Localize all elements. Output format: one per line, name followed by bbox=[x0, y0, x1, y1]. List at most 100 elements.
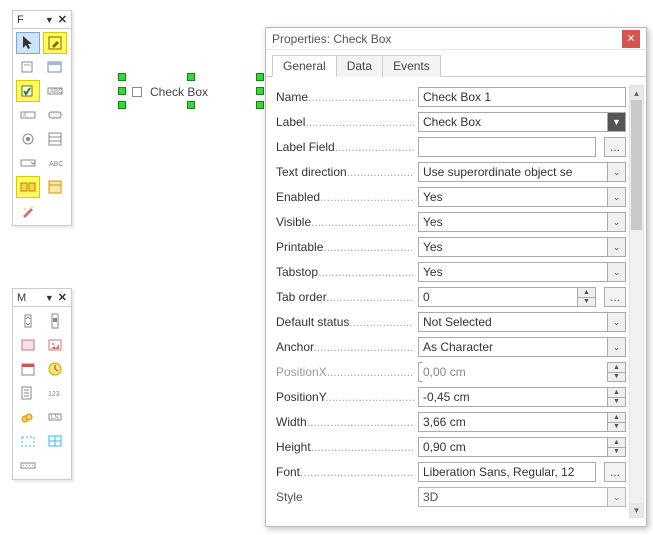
resize-handle-w[interactable] bbox=[118, 87, 126, 95]
chevron-down-icon[interactable]: ⌄ bbox=[607, 338, 625, 356]
spin-down-icon[interactable]: ▼ bbox=[578, 298, 595, 307]
spin-up-icon[interactable]: ▲ bbox=[608, 438, 625, 448]
pattern-field-tool[interactable]: LN bbox=[43, 406, 67, 428]
combo-visible[interactable]: Yes⌄ bbox=[418, 212, 626, 232]
chevron-down-icon[interactable]: ⌄ bbox=[607, 213, 625, 231]
form-tool[interactable] bbox=[16, 56, 40, 78]
combo-anchor[interactable]: As Character ⌄ bbox=[418, 337, 626, 357]
svg-text:#.: #. bbox=[23, 113, 28, 119]
spin-width[interactable]: 3,66 cm ▲▼ bbox=[418, 412, 626, 432]
dialog-tool[interactable] bbox=[43, 56, 67, 78]
file-selection-tool[interactable] bbox=[16, 382, 40, 404]
scroll-thumb[interactable] bbox=[631, 100, 642, 230]
chevron-down-icon[interactable]: ⌄ bbox=[607, 313, 625, 331]
combo-default-value: Not Selected bbox=[423, 315, 492, 329]
canvas-checkbox-control[interactable]: Check Box bbox=[122, 77, 260, 105]
control-properties-tool[interactable] bbox=[16, 176, 40, 198]
spin-up-icon: ▲ bbox=[608, 363, 625, 373]
table-control-tool[interactable] bbox=[43, 430, 67, 452]
numeric-field-tool[interactable]: 123 bbox=[43, 382, 67, 404]
combo-textdir[interactable]: Use superordinate object se⌄ bbox=[418, 162, 626, 182]
push-button-tool[interactable] bbox=[43, 104, 67, 126]
textbox-tool[interactable]: ABC bbox=[43, 80, 67, 102]
spin-height[interactable]: 0,90 cm▲▼ bbox=[418, 437, 626, 457]
combo-box-tool[interactable] bbox=[16, 152, 40, 174]
resize-handle-n[interactable] bbox=[187, 73, 195, 81]
svg-text:LN: LN bbox=[51, 415, 59, 421]
dialog-scrollbar[interactable]: ▲ ▼ bbox=[629, 85, 644, 518]
currency-field-tool[interactable] bbox=[16, 406, 40, 428]
scroll-track[interactable] bbox=[630, 100, 643, 503]
label-tool[interactable]: ABC bbox=[43, 152, 67, 174]
tab-data[interactable]: Data bbox=[337, 55, 383, 77]
resize-handle-ne[interactable] bbox=[256, 73, 264, 81]
toolbox-menu-icon[interactable]: ▼ bbox=[45, 15, 54, 25]
combo-style[interactable]: 3D⌄ bbox=[418, 487, 626, 507]
input-labelfield[interactable] bbox=[418, 137, 596, 157]
chevron-down-icon[interactable]: ⌄ bbox=[607, 488, 625, 506]
spin-down-icon[interactable]: ▼ bbox=[608, 423, 625, 432]
image-control-tool[interactable] bbox=[43, 334, 67, 356]
time-field-tool[interactable] bbox=[43, 358, 67, 380]
combo-printable[interactable]: Yes ⌄ bbox=[418, 237, 626, 257]
resize-handle-se[interactable] bbox=[256, 101, 264, 109]
dialog-close-button[interactable]: ✕ bbox=[622, 30, 640, 48]
combo-tabstop-value: Yes bbox=[423, 265, 443, 279]
select-tool[interactable] bbox=[16, 32, 40, 54]
list-box-tool[interactable] bbox=[43, 128, 67, 150]
formatted-field-tool[interactable]: #. bbox=[16, 104, 40, 126]
combo-tabstop[interactable]: Yes ⌄ bbox=[418, 262, 626, 282]
scrollbar-tool[interactable] bbox=[43, 310, 67, 332]
navigation-bar-tool[interactable] bbox=[16, 454, 40, 476]
image-button-tool[interactable] bbox=[16, 334, 40, 356]
canvas-checkbox-label: Check Box bbox=[150, 85, 208, 99]
toolbox-close-icon[interactable]: ✕ bbox=[58, 13, 67, 26]
resize-handle-s[interactable] bbox=[187, 101, 195, 109]
spin-posy[interactable]: -0,45 cm▲▼ bbox=[418, 387, 626, 407]
form-properties-tool[interactable] bbox=[43, 176, 67, 198]
input-font[interactable]: Liberation Sans, Regular, 12 bbox=[418, 462, 596, 482]
spin-down-icon[interactable]: ▼ bbox=[608, 398, 625, 407]
scroll-down-icon[interactable]: ▼ bbox=[630, 503, 643, 517]
spin-up-icon[interactable]: ▲ bbox=[608, 413, 625, 423]
input-name[interactable]: Check Box 1 bbox=[418, 87, 626, 107]
chevron-down-icon[interactable]: ⌄ bbox=[607, 188, 625, 206]
group-box-tool[interactable] bbox=[16, 430, 40, 452]
resize-handle-nw[interactable] bbox=[118, 73, 126, 81]
spin-down-icon[interactable]: ▼ bbox=[608, 448, 625, 457]
combo-anchor-value: As Character bbox=[423, 340, 493, 354]
chevron-down-icon[interactable]: ⌄ bbox=[607, 163, 625, 181]
spin-taborder[interactable]: 0▲▼ bbox=[418, 287, 596, 307]
chevron-down-icon[interactable]: ⌄ bbox=[607, 238, 625, 256]
resize-handle-sw[interactable] bbox=[118, 101, 126, 109]
dialog-title: Properties: Check Box bbox=[272, 32, 622, 46]
label-textdir: Text direction bbox=[276, 165, 414, 179]
tab-general[interactable]: General bbox=[272, 55, 337, 77]
combo-label[interactable]: Check Box ▼ bbox=[418, 112, 626, 132]
scroll-up-icon[interactable]: ▲ bbox=[630, 86, 643, 100]
tab-events[interactable]: Events bbox=[383, 55, 441, 77]
option-button-tool[interactable] bbox=[16, 128, 40, 150]
design-mode-tool[interactable] bbox=[43, 32, 67, 54]
toolbox2-close-icon[interactable]: ✕ bbox=[58, 291, 67, 304]
spin-up-icon[interactable]: ▲ bbox=[578, 288, 595, 298]
dialog-titlebar[interactable]: Properties: Check Box ✕ bbox=[266, 28, 646, 50]
toolbox2-menu-icon[interactable]: ▼ bbox=[45, 293, 54, 303]
combo-enabled[interactable]: Yes⌄ bbox=[418, 187, 626, 207]
spin-button-tool[interactable] bbox=[16, 310, 40, 332]
resize-handle-e[interactable] bbox=[256, 87, 264, 95]
checkbox-tool[interactable] bbox=[16, 80, 40, 102]
font-more-button[interactable]: ... bbox=[604, 462, 626, 482]
spin-width-value: 3,66 cm bbox=[423, 415, 466, 429]
combo-default[interactable]: Not Selected ⌄ bbox=[418, 312, 626, 332]
chevron-down-icon[interactable]: ⌄ bbox=[607, 263, 625, 281]
labelfield-more-button[interactable]: ... bbox=[604, 137, 626, 157]
taborder-more-button[interactable]: ... bbox=[604, 287, 626, 307]
spin-up-icon[interactable]: ▲ bbox=[608, 388, 625, 398]
combo-printable-value: Yes bbox=[423, 240, 443, 254]
chevron-down-icon[interactable]: ▼ bbox=[607, 113, 625, 131]
wizards-tool[interactable] bbox=[16, 200, 40, 222]
svg-text:ABC: ABC bbox=[50, 89, 63, 95]
date-field-tool[interactable] bbox=[16, 358, 40, 380]
combo-label-value: Check Box bbox=[423, 115, 481, 129]
